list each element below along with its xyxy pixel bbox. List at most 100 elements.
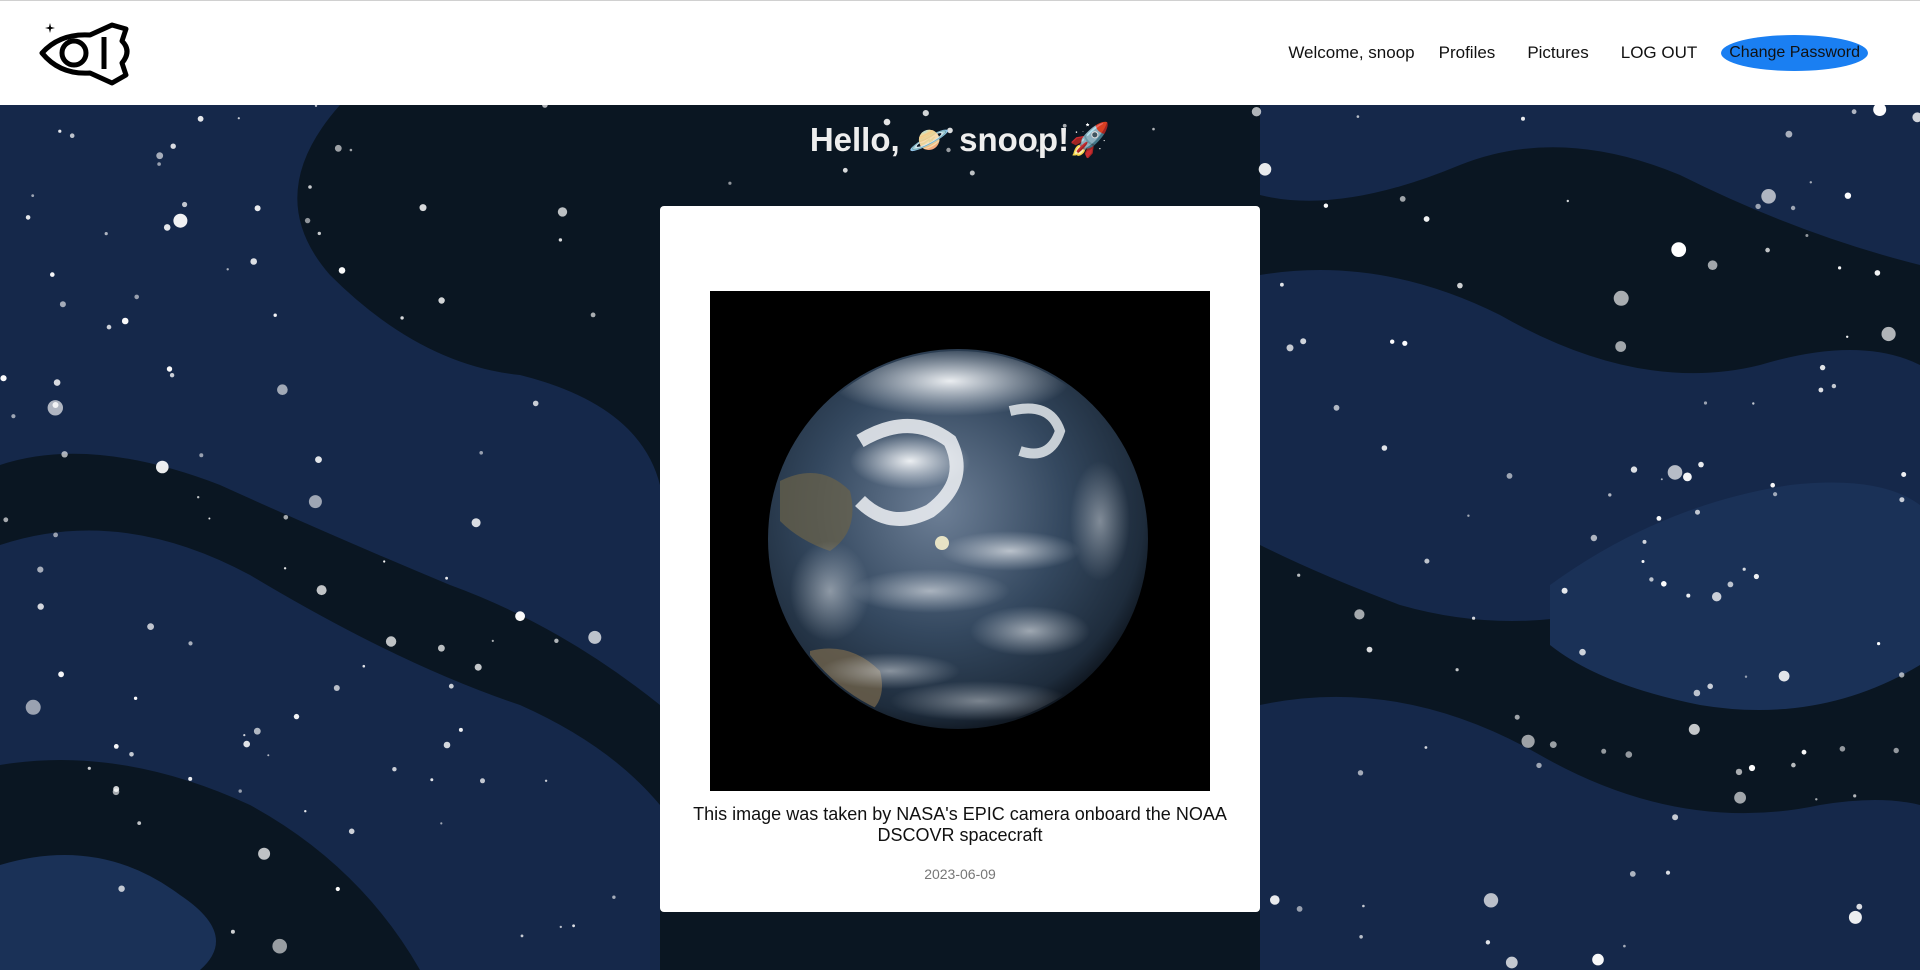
- star: [293, 713, 300, 720]
- star: [1838, 266, 1842, 270]
- star: [1703, 401, 1708, 405]
- star: [515, 611, 525, 622]
- star: [480, 778, 485, 784]
- star: [11, 414, 16, 419]
- star: [474, 663, 482, 671]
- rocket-eye-logo[interactable]: [38, 21, 136, 87]
- star: [253, 727, 261, 735]
- star: [1566, 199, 1570, 203]
- star: [1901, 472, 1907, 477]
- star: [1686, 593, 1691, 598]
- star: [1665, 870, 1671, 875]
- star: [1874, 270, 1881, 276]
- star: [1485, 940, 1491, 945]
- star: [1881, 326, 1896, 342]
- star: [471, 518, 481, 528]
- star: [1615, 341, 1627, 352]
- star: [258, 847, 271, 860]
- star: [1742, 567, 1746, 571]
- star: [1505, 956, 1518, 969]
- star: [1801, 749, 1807, 755]
- star: [1455, 668, 1459, 672]
- star: [1660, 478, 1663, 481]
- star: [1851, 109, 1857, 115]
- star: [121, 317, 129, 325]
- star: [1672, 814, 1679, 821]
- star: [333, 685, 340, 691]
- star: [1671, 242, 1687, 257]
- star: [1536, 762, 1542, 769]
- star: [199, 453, 204, 458]
- planet-icon: 🪐: [908, 120, 950, 159]
- star: [283, 567, 287, 570]
- star: [1625, 751, 1633, 758]
- star: [1893, 747, 1899, 754]
- star: [1613, 290, 1629, 306]
- star: [419, 204, 427, 212]
- greeting-username: snoop!: [959, 121, 1070, 158]
- nav-links: Welcome, snoop Profiles Pictures LOG OUT…: [1288, 35, 1868, 71]
- star: [1661, 581, 1667, 587]
- star: [163, 224, 171, 231]
- star: [1683, 472, 1692, 482]
- star: [37, 603, 44, 610]
- star: [1590, 534, 1598, 542]
- star: [1630, 466, 1638, 473]
- star: [87, 766, 91, 770]
- star: [1297, 573, 1301, 577]
- star: [37, 566, 44, 573]
- star: [1424, 558, 1430, 564]
- star: [1856, 903, 1863, 910]
- star: [448, 683, 454, 689]
- star: [156, 460, 169, 474]
- star: [1744, 675, 1748, 678]
- star: [134, 294, 139, 300]
- star: [1286, 344, 1294, 352]
- star: [157, 162, 161, 166]
- change-password-button[interactable]: Change Password: [1721, 35, 1868, 71]
- star: [1695, 509, 1700, 515]
- star: [542, 105, 548, 108]
- star: [440, 822, 443, 825]
- star: [1390, 339, 1395, 344]
- logout-link[interactable]: LOG OUT: [1621, 43, 1698, 63]
- welcome-text: Welcome, snoop: [1288, 43, 1415, 62]
- star: [392, 767, 397, 772]
- star: [1323, 203, 1329, 208]
- star: [1818, 387, 1824, 393]
- star: [25, 699, 41, 715]
- star: [1693, 689, 1701, 697]
- star: [1778, 670, 1790, 682]
- star: [348, 828, 355, 835]
- star: [308, 495, 322, 509]
- star: [1280, 282, 1284, 287]
- star: [1899, 497, 1905, 503]
- star: [3, 517, 9, 523]
- star: [557, 207, 568, 217]
- earth-photo[interactable]: [710, 291, 1210, 791]
- star: [383, 560, 386, 563]
- star: [1362, 904, 1365, 908]
- star: [532, 400, 539, 407]
- star: [1357, 770, 1364, 776]
- star: [267, 754, 270, 757]
- star: [1656, 516, 1662, 521]
- star: [1761, 189, 1776, 204]
- star: [1608, 493, 1612, 497]
- picture-card: This image was taken by NASA's EPIC came…: [660, 206, 1260, 912]
- nav-link-profiles[interactable]: Profiles: [1439, 43, 1496, 63]
- star: [1514, 714, 1520, 720]
- star: [1748, 764, 1756, 772]
- star: [304, 810, 307, 813]
- star: [188, 641, 193, 646]
- star: [1790, 205, 1796, 211]
- star: [112, 788, 120, 796]
- star: [226, 268, 229, 271]
- star: [1688, 723, 1700, 735]
- star: [728, 181, 732, 185]
- star: [558, 238, 563, 242]
- star: [1809, 181, 1813, 184]
- star: [400, 316, 404, 320]
- star: [1853, 794, 1857, 798]
- nav-link-pictures[interactable]: Pictures: [1527, 43, 1588, 63]
